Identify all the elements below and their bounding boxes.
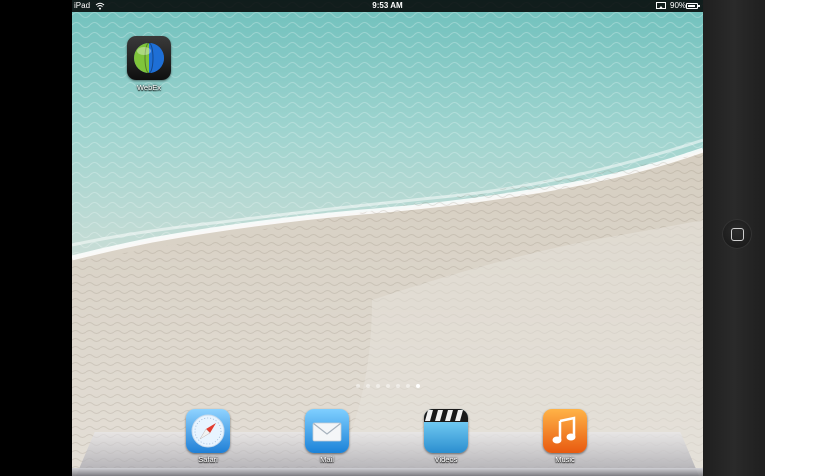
page-dot[interactable] [395, 384, 400, 388]
window-background [765, 0, 832, 476]
battery-percent: 90% [670, 1, 687, 10]
dock-app-videos[interactable]: Videos [416, 409, 476, 464]
page-dot[interactable] [355, 384, 360, 388]
webex-globe-icon [127, 36, 171, 80]
ipad-screen: iPad 9:53 AM 90% WebEx Safari Mail Video… [72, 0, 703, 476]
home-button[interactable] [722, 219, 752, 249]
dock-edge [72, 468, 703, 476]
battery-fill [688, 4, 696, 7]
page-dot[interactable] [375, 384, 380, 388]
clock: 9:53 AM [372, 1, 403, 10]
app-label: Mail [320, 455, 334, 464]
app-label: Safari [198, 455, 218, 464]
music-note-icon [543, 409, 587, 453]
home-square-icon [731, 228, 744, 241]
page-dot[interactable] [385, 384, 390, 388]
device-bezel-left [0, 0, 72, 476]
dock-app-mail[interactable]: Mail [297, 409, 357, 464]
clapperboard-icon [424, 409, 468, 453]
dock-app-music[interactable]: Music [535, 409, 595, 464]
page-dot[interactable] [415, 384, 420, 388]
app-label: WebEx [136, 83, 162, 92]
dock-app-safari[interactable]: Safari [178, 409, 238, 464]
page-dot[interactable] [365, 384, 370, 388]
page-dot[interactable] [405, 384, 410, 388]
battery-icon [686, 2, 700, 9]
envelope-icon [305, 409, 349, 453]
app-webex[interactable]: WebEx [119, 36, 179, 92]
app-label: Videos [434, 455, 458, 464]
app-label: Music [555, 455, 575, 464]
page-indicator[interactable] [72, 384, 703, 388]
screen-mirroring-icon [656, 2, 666, 9]
compass-icon [186, 409, 230, 453]
status-bar: iPad 9:53 AM 90% [72, 0, 703, 12]
